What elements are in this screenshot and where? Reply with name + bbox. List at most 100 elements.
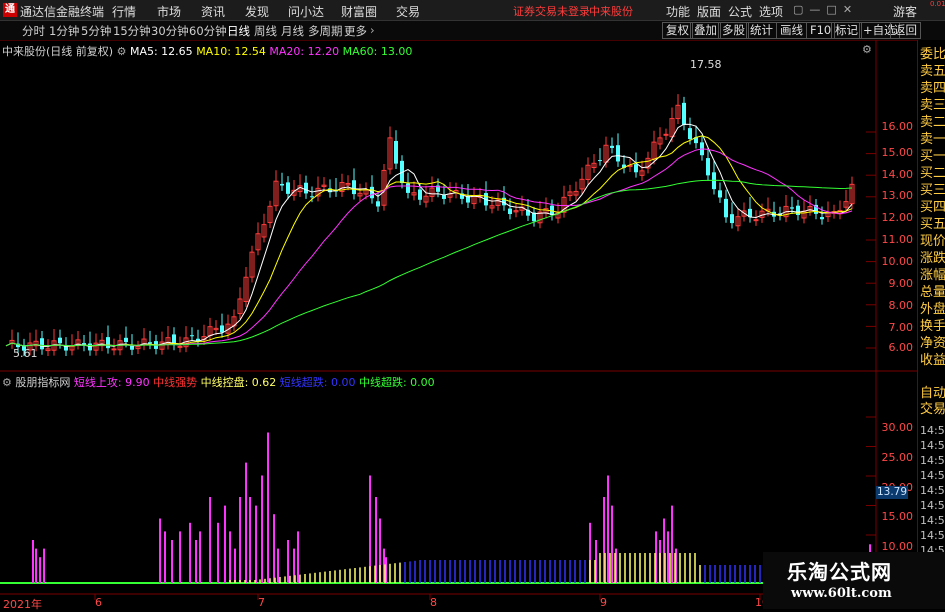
candle-body [682, 102, 686, 125]
side-label-16: 换手 [920, 319, 945, 334]
candle-body [418, 189, 422, 200]
side-label-11: 现价 [920, 234, 945, 249]
candle-body [730, 214, 734, 224]
indicator-title[interactable]: 股朋指标网 [15, 376, 70, 389]
menu-xuanxiang[interactable]: 选项 [759, 3, 783, 20]
candle-body [706, 158, 710, 176]
corner-value: 0.01000 [930, 0, 945, 8]
ma20-label: MA20: 12.20 [269, 45, 340, 58]
candle-body [111, 348, 117, 351]
tab-weekly[interactable]: 周线 [254, 23, 277, 39]
candle-body [352, 180, 356, 195]
watermark: 乐淘公式网 www.60lt.com [763, 552, 945, 609]
y-tick-6: 6.00 [888, 341, 914, 354]
diejia-button[interactable]: 叠加 [690, 22, 721, 39]
side-label-6: 买一 [920, 149, 945, 164]
settings-icon[interactable]: ⚙ [117, 45, 127, 58]
more-chevron-icon[interactable]: › [370, 23, 375, 37]
candle-body [124, 337, 128, 343]
candle-body [190, 335, 194, 337]
legend-zhongxian-qiangshi: 中线强势 [153, 376, 198, 389]
tab-daily[interactable]: 日线 [227, 23, 250, 39]
tab-15min[interactable]: 15分钟 [113, 23, 151, 39]
menu-wenxiaoda[interactable]: 问小达 [288, 3, 324, 20]
tab-multi-period[interactable]: 多周期 [308, 23, 343, 39]
x-label-9: 9 [600, 596, 607, 609]
x-label-7: 7 [258, 596, 265, 609]
indicator-bars [0, 432, 876, 584]
side-label-15: 外盘 [920, 302, 945, 317]
kline-chart[interactable] [0, 40, 917, 609]
y-tick-10: 10.00 [881, 255, 914, 268]
tab-30min[interactable]: 30分钟 [151, 23, 189, 39]
tab-more[interactable]: 更多 [344, 23, 367, 39]
trade-time-2: 14:56 [920, 454, 945, 467]
side-label-5: 卖一 [920, 132, 945, 147]
menu-banmian[interactable]: 版面 [697, 3, 721, 20]
restore-icon[interactable]: ▢ [793, 3, 809, 16]
candle-body [106, 337, 110, 349]
biaoji-button[interactable]: 标记 [831, 22, 862, 39]
candle-body [376, 201, 380, 207]
period-toolbar: 分时 1分钟 5分钟 15分钟 30分钟 60分钟 日线 周线 月线 多周期 更… [0, 21, 945, 41]
main-panel-title: 中来股份(日线 前复权) [2, 45, 114, 58]
side-label-trade[interactable]: 交易 [920, 401, 945, 418]
menu-gongshi[interactable]: 公式 [728, 3, 752, 20]
maximize-icon[interactable]: □ [826, 3, 842, 16]
candle-body [508, 208, 512, 215]
candle-body [820, 217, 824, 220]
candle-body [610, 145, 614, 148]
sub-y-tick-30: 30.00 [881, 421, 914, 434]
user-label[interactable]: 游客 [893, 3, 917, 20]
window-controls: ▢—□✕ [793, 3, 858, 16]
tab-fenshi[interactable]: 分时 [22, 23, 45, 39]
sub-y-tick-15: 15.00 [881, 510, 914, 523]
duogu-button[interactable]: 多股 [718, 22, 749, 39]
y-tick-8: 8.00 [888, 299, 914, 312]
candle-body [177, 345, 183, 348]
menu-hangqing[interactable]: 行情 [112, 3, 136, 20]
indicator-legend: ⚙ 股朋指标网 短线上攻: 9.90 中线强势 中线控盘: 0.62 短线超跌:… [2, 374, 435, 390]
close-icon[interactable]: ✕ [843, 3, 858, 16]
panel-settings-icon[interactable]: ⚙ [862, 43, 872, 56]
tongji-button[interactable]: 统计 [746, 22, 777, 39]
tab-1min[interactable]: 1分钟 [49, 23, 79, 39]
current-value-box: 13.79 [876, 486, 908, 499]
tab-5min[interactable]: 5分钟 [81, 23, 111, 39]
menu-zixun[interactable]: 资讯 [201, 3, 225, 20]
tab-monthly[interactable]: 月线 [281, 23, 304, 39]
side-label-1: 卖五 [920, 64, 945, 79]
candle-body [304, 182, 308, 194]
side-label-3: 卖三 [920, 98, 945, 113]
high-price-mark: 17.58 [690, 58, 722, 71]
candle-body [663, 133, 669, 136]
candle-body [634, 164, 638, 173]
menu-jiaoyi[interactable]: 交易 [396, 3, 420, 20]
legend-duanxian-chaodie: 短线超跌: 0.00 [279, 376, 356, 389]
side-label-9: 买四 [920, 200, 945, 215]
back-button[interactable]: 返回 [890, 22, 921, 39]
y-tick-14: 14.00 [881, 168, 914, 181]
tab-60min[interactable]: 60分钟 [189, 23, 227, 39]
menu-caifuquan[interactable]: 财富圈 [341, 3, 377, 20]
low-price-mark: 5.61 [13, 347, 38, 360]
indicator-settings-icon[interactable]: ⚙ [2, 376, 12, 389]
fuquan-button[interactable]: 复权 [662, 22, 693, 39]
candle-body [598, 160, 602, 162]
side-label-auto[interactable]: 自动 [920, 385, 945, 402]
candle-body [406, 183, 410, 193]
menu-shichang[interactable]: 市场 [157, 3, 181, 20]
side-label-10: 买五 [920, 217, 945, 232]
side-label-4: 卖二 [920, 115, 945, 130]
menu-faxian[interactable]: 发现 [245, 3, 269, 20]
app-logo-icon: 通 [3, 3, 17, 17]
ma60-label: MA60: 13.00 [342, 45, 413, 58]
candle-body [58, 337, 62, 344]
login-notice[interactable]: 证券交易未登录 [513, 3, 590, 19]
huaxian-button[interactable]: 画线 [776, 22, 807, 39]
minimize-icon[interactable]: — [809, 3, 826, 16]
ma5-line [5, 123, 853, 348]
trade-time-3: 14:56 [920, 469, 945, 482]
candle-body [796, 205, 800, 216]
menu-gongneng[interactable]: 功能 [666, 3, 690, 20]
